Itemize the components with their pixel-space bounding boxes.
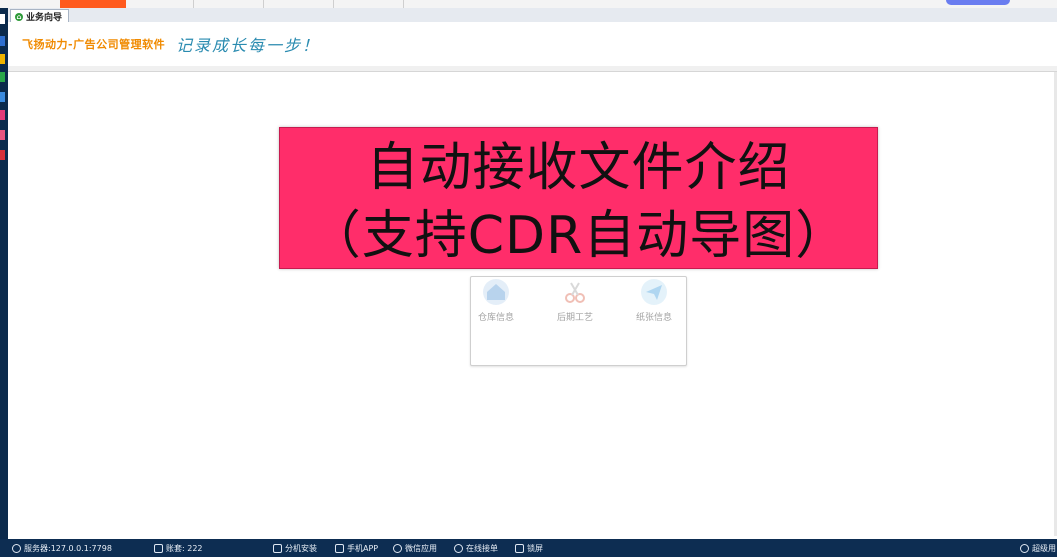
tag-icon bbox=[154, 543, 163, 553]
module-post-process[interactable]: 后期工艺 bbox=[545, 279, 605, 323]
status-mobile-text: 手机APP bbox=[347, 543, 379, 553]
status-server-text: 服务器:127.0.0.1:7798 bbox=[24, 543, 112, 553]
status-wechat-text: 微信应用 bbox=[405, 543, 437, 553]
top-divider bbox=[403, 0, 404, 8]
status-user[interactable]: 超级用 bbox=[1020, 539, 1056, 557]
status-lock-text: 锁屏 bbox=[527, 543, 543, 553]
avatar-icon bbox=[1020, 543, 1029, 553]
rail-icon[interactable] bbox=[0, 92, 5, 102]
banner-title: 自动接收文件介绍 bbox=[366, 138, 791, 198]
rail-icon[interactable] bbox=[0, 130, 5, 140]
lock-icon bbox=[515, 543, 524, 553]
top-right-button[interactable] bbox=[946, 0, 1010, 5]
brand-logo-text: 飞扬动力-广告公司管理软件 bbox=[22, 38, 166, 51]
module-paper[interactable]: 纸张信息 bbox=[624, 279, 684, 323]
app-header: 飞扬动力-广告公司管理软件 记录成长每一步！ bbox=[8, 22, 1057, 67]
slogan: 记录成长每一步！ bbox=[176, 36, 321, 55]
tab-business-guide[interactable]: ⌂ 业务向导 bbox=[10, 9, 70, 23]
module-label: 仓库信息 bbox=[477, 313, 514, 323]
status-wechat-button[interactable]: 微信应用 bbox=[393, 539, 437, 557]
top-divider bbox=[263, 0, 264, 8]
user-icon bbox=[454, 543, 463, 553]
module-warehouse[interactable]: 仓库信息 bbox=[466, 279, 526, 323]
status-mobile-button[interactable]: 手机APP bbox=[335, 539, 378, 557]
status-install-text: 分机安装 bbox=[285, 543, 317, 553]
overlay-banner: 自动接收文件介绍 （支持CDR自动导图） bbox=[279, 127, 878, 269]
status-user-text: 超级用 bbox=[1032, 543, 1056, 553]
status-account-text: 账套: 222 bbox=[166, 543, 203, 553]
rail-icon[interactable] bbox=[0, 72, 5, 82]
banner-subtitle: （支持CDR自动导图） bbox=[308, 206, 849, 266]
status-bar: 服务器:127.0.0.1:7798 账套: 222 分机安装 手机APP 微信… bbox=[0, 539, 1057, 557]
module-label: 后期工艺 bbox=[556, 313, 593, 323]
status-order-text: 在线接单 bbox=[466, 543, 498, 553]
rail-icon[interactable] bbox=[0, 150, 5, 160]
status-install-button[interactable]: 分机安装 bbox=[273, 539, 317, 557]
module-panel: 仓库信息 后期工艺 纸张信息 bbox=[470, 276, 687, 366]
wechat-icon bbox=[393, 543, 402, 553]
status-server: 服务器:127.0.0.1:7798 bbox=[12, 539, 112, 557]
tab-bar: ⌂ 业务向导 bbox=[8, 8, 1057, 23]
rail-icon[interactable] bbox=[0, 14, 5, 24]
warehouse-icon bbox=[483, 279, 509, 305]
module-label: 纸张信息 bbox=[635, 313, 672, 323]
cloud-icon bbox=[12, 543, 21, 553]
top-divider bbox=[333, 0, 334, 8]
home-icon: ⌂ bbox=[15, 12, 23, 21]
rail-icon[interactable] bbox=[0, 54, 5, 64]
top-divider bbox=[193, 0, 194, 8]
active-top-tab[interactable] bbox=[60, 0, 126, 8]
rail-icon[interactable] bbox=[0, 110, 5, 120]
status-order-button[interactable]: 在线接单 bbox=[454, 539, 498, 557]
status-lock-button[interactable]: 锁屏 bbox=[515, 539, 543, 557]
network-icon bbox=[273, 543, 282, 553]
status-account: 账套: 222 bbox=[154, 539, 203, 557]
phone-icon bbox=[335, 543, 344, 553]
scissors-icon bbox=[562, 279, 588, 305]
paper-plane-icon bbox=[641, 279, 667, 305]
rail-icon[interactable] bbox=[0, 36, 5, 46]
left-rail bbox=[0, 8, 8, 539]
